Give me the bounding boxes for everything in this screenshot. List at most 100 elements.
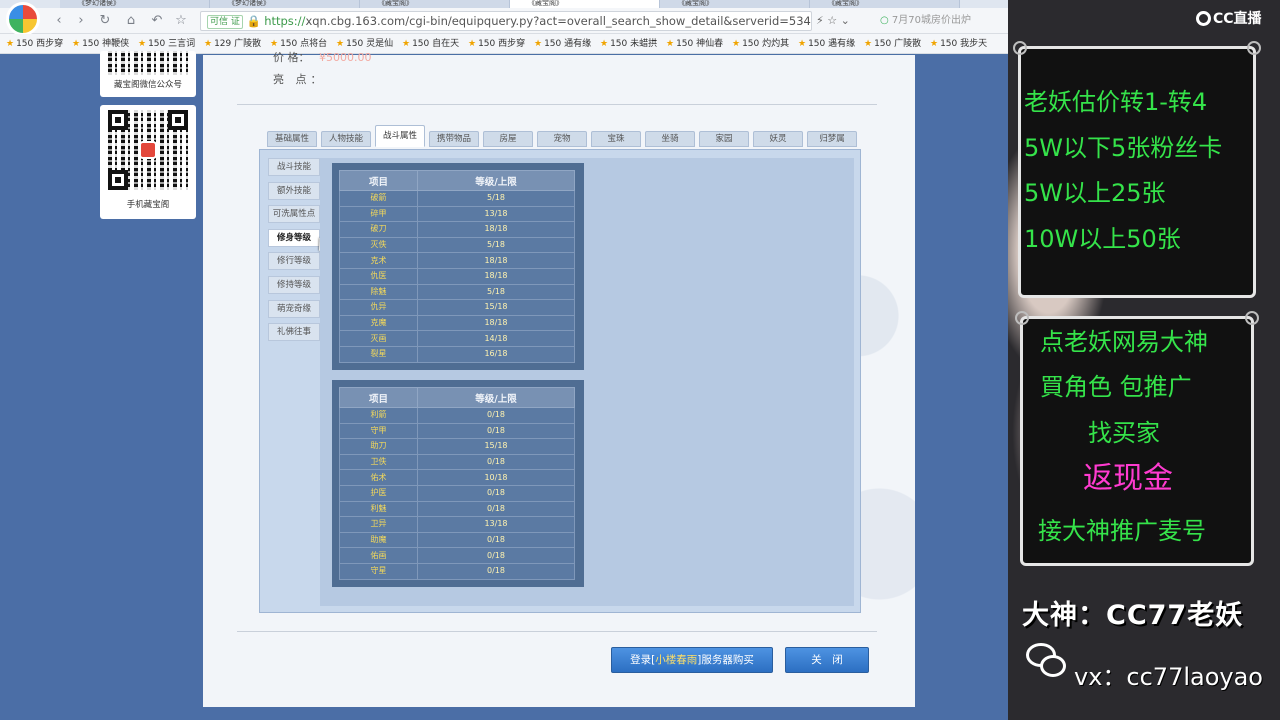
bookmark-item[interactable]: ★ 150 自在天 [402, 34, 462, 53]
row-item: 破刀 [339, 221, 418, 238]
table-row: 守甲 0/18 [339, 422, 575, 440]
table-row: 守星 0/18 [339, 562, 575, 580]
bookmark-icon: ★ [402, 39, 411, 49]
bookmark-icon: ★ [468, 39, 477, 49]
bookmark-label: 129 广陵散 [214, 39, 262, 49]
row-item: 助魔 [339, 531, 418, 549]
promo-cashback: 返现金 [1083, 461, 1173, 496]
search-hint[interactable]: ○ 7月70城房价出炉 [880, 12, 1005, 30]
back-icon[interactable]: ‹ [50, 12, 68, 30]
lightning-icon[interactable]: ⚡ [816, 14, 824, 27]
row-item: 守星 [339, 562, 418, 580]
bookmark-item[interactable]: ★ 129 广陵散 [204, 34, 264, 53]
bookmark-icon: ★ [930, 39, 939, 49]
row-level: 0/18 [417, 547, 575, 564]
bookmark-label: 150 西步穿 [478, 39, 526, 49]
table-row: 卫佚 0/18 [339, 453, 575, 471]
address-actions: ⚡ ☆ ⌄ [816, 12, 850, 30]
bookmark-label: 150 三言词 [148, 39, 196, 49]
row-item: 佑术 [339, 469, 418, 486]
browser-tab[interactable]: 《梦幻诸侯》 [210, 0, 360, 8]
promo-line: 10W以上50张 [1024, 225, 1181, 253]
bookmark-label: 150 广陵散 [874, 39, 922, 49]
bookmark-item[interactable]: ★ 150 我步天 [930, 34, 990, 53]
bookmark-icon: ★ [864, 39, 873, 49]
browser-tab[interactable]: 《梦幻诸侯》 [60, 0, 210, 8]
address-bar[interactable]: 可信 证 🔒 https://xqn.cbg.163.com/cgi-bin/equ… [200, 11, 812, 31]
table-row: 克术 18/18 [339, 252, 575, 269]
row-item: 仇医 [339, 267, 418, 285]
row-item: 佑画 [339, 547, 418, 564]
bookmark-icon: ★ [204, 39, 213, 49]
undo-icon[interactable]: ↶ [148, 12, 166, 30]
browser-tab[interactable]: 《藏宝阁》 [360, 0, 510, 8]
bookmark-item[interactable]: ★ 150 遇有缘 [798, 34, 858, 53]
row-level: 13/18 [417, 205, 575, 223]
mobile-qr-code [108, 110, 188, 190]
bookmark-label: 150 自在天 [412, 39, 460, 49]
browser-tab[interactable]: 《藏宝阁》 [660, 0, 810, 8]
browser-tab-active[interactable]: 《藏宝阁》 [510, 0, 660, 8]
bookmark-item[interactable]: ★ 150 未蜡拱 [600, 34, 660, 53]
table-row: 破箭 5/18 [339, 190, 575, 207]
side-item-0[interactable]: 战斗技能 [268, 158, 320, 176]
tab-9[interactable]: 妖灵 [753, 131, 803, 147]
tab-8[interactable]: 家园 [699, 131, 749, 147]
row-item: 灭画 [339, 330, 418, 347]
side-item-4[interactable]: 修行等级 [268, 252, 320, 271]
bookmark-item[interactable]: ★ 150 通有缘 [534, 34, 594, 53]
table-row: 灭画 14/18 [339, 330, 575, 347]
browser-tab[interactable]: 《藏宝阁》 [810, 0, 960, 8]
chevron-down-icon[interactable]: ⌄ [841, 14, 850, 27]
row-level: 18/18 [417, 314, 575, 332]
table-row: 灭佚 5/18 [339, 236, 575, 254]
bookmark-icon: ★ [72, 39, 81, 49]
row-level: 15/18 [417, 299, 575, 316]
attack-table: 项目 等级/上限 破箭 5/18 碎甲 13/18 破刀 18/18 灭佚 5/18 克术 18/… [339, 170, 575, 363]
tab-1[interactable]: 人物技能 [321, 131, 371, 147]
side-item-7[interactable]: 礼佛往事 [268, 323, 320, 342]
tab-6[interactable]: 宝珠 [591, 131, 641, 147]
tab-4[interactable]: 房屋 [483, 131, 533, 147]
bookmark-icon: ★ [534, 39, 543, 49]
row-level: 5/18 [417, 236, 575, 254]
bookmark-star-icon[interactable]: ☆ [827, 14, 837, 27]
close-button[interactable]: 关 闭 [785, 647, 869, 673]
bookmark-item[interactable]: ★ 150 广陵散 [864, 34, 924, 53]
row-level: 0/18 [417, 453, 575, 471]
side-item-1[interactable]: 额外技能 [268, 181, 320, 200]
tab-3[interactable]: 携带物品 [429, 131, 479, 147]
url-scheme: https:// [264, 14, 306, 28]
row-item: 护医 [339, 484, 418, 502]
tab-2[interactable]: 战斗属性 [375, 125, 425, 147]
side-item-2[interactable]: 可洗属性点 [268, 205, 320, 224]
home-icon[interactable]: ⌂ [122, 12, 140, 30]
wechat-icon [1026, 643, 1068, 681]
bookmark-item[interactable]: ★ 150 灼灼其 [732, 34, 792, 53]
row-item: 裂星 [339, 345, 418, 363]
side-item-6[interactable]: 萌宠奇缘 [268, 299, 320, 318]
bookmark-icon: ★ [336, 39, 345, 49]
app-logo-icon [139, 141, 157, 159]
row-level: 0/18 [417, 422, 575, 440]
table-row: 除魅 5/18 [339, 283, 575, 301]
side-item-3[interactable]: 修身等级 [268, 228, 320, 247]
url-text: xqn.cbg.163.com/cgi-bin/equipquery.py?ac… [305, 14, 811, 28]
promo-line: 5W以上25张 [1024, 179, 1166, 207]
bookmark-item[interactable]: ★ 150 西步穿 [6, 34, 66, 53]
wechat-id: vx：cc77laoyao [1074, 663, 1263, 691]
table-row: 卫异 13/18 [339, 516, 575, 533]
forward-icon[interactable]: › [72, 12, 90, 30]
tab-7[interactable]: 坐骑 [645, 131, 695, 147]
tab-5[interactable]: 宠物 [537, 131, 587, 147]
table-area: 项目 等级/上限 破箭 5/18 碎甲 13/18 破刀 18/18 灭佚 5/18 克术 18/… [320, 158, 854, 606]
bookmark-item[interactable]: ★ 150 神仙春 [666, 34, 726, 53]
side-item-5[interactable]: 修持等级 [268, 276, 320, 294]
xiushen-table-1: 项目 等级/上限 破箭 5/18 碎甲 13/18 破刀 18/18 灭佚 5/18 克术 18/… [332, 163, 584, 370]
reload-icon[interactable]: ↻ [96, 12, 114, 30]
favorite-star-icon[interactable]: ☆ [172, 12, 190, 30]
tab-10[interactable]: 归梦属 [807, 131, 857, 147]
tab-0[interactable]: 基础属性 [267, 131, 317, 147]
buy-button[interactable]: 登录[小楼春雨]服务器购买 [611, 647, 773, 673]
bookmark-item[interactable]: ★ 150 西步穿 [468, 34, 528, 53]
